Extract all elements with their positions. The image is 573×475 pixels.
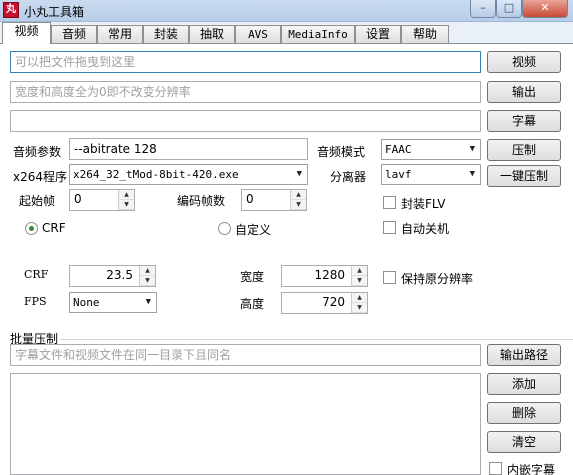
audio-mode-select[interactable]: FAAC ▼ (381, 139, 481, 160)
output-file-input[interactable]: 宽度和高度全为0即不改变分辨率 (10, 81, 481, 103)
chevron-down-icon: ▼ (145, 297, 151, 307)
chevron-down-icon: ▼ (469, 169, 475, 179)
minimize-button[interactable]: – (470, 0, 496, 18)
tab-common[interactable]: 常用 (97, 25, 143, 44)
subtitle-file-input[interactable] (10, 110, 481, 132)
crf-radio-label: CRF (42, 221, 66, 235)
tab-settings[interactable]: 设置 (355, 25, 401, 44)
start-frame-spinner[interactable]: 0 ▲ ▼ (69, 189, 135, 211)
crf-spinner[interactable]: 23.5 ▲ ▼ (69, 265, 156, 287)
x264-label: x264程序 (13, 170, 68, 184)
title-bar: 丸 小丸工具箱 – □ ✕ (0, 0, 573, 22)
height-spinner[interactable]: 720 ▲ ▼ (281, 292, 368, 314)
tab-mux[interactable]: 封装 (143, 25, 189, 44)
auto-shutdown-label: 自动关机 (401, 222, 450, 236)
video-button[interactable]: 视频 (487, 51, 561, 73)
tab-extract[interactable]: 抽取 (189, 25, 235, 44)
output-button[interactable]: 输出 (487, 81, 561, 103)
auto-shutdown-checkbox[interactable] (383, 221, 396, 234)
tab-help[interactable]: 帮助 (401, 25, 449, 44)
window-title: 小丸工具箱 (24, 5, 85, 19)
spinner-arrows-icon[interactable]: ▲ ▼ (290, 190, 306, 210)
spinner-arrows-icon[interactable]: ▲ ▼ (118, 190, 134, 210)
encode-frames-spinner[interactable]: 0 ▲ ▼ (241, 189, 307, 211)
audio-params-label: 音频参数 (13, 145, 62, 159)
app-icon: 丸 (3, 2, 19, 18)
height-label: 高度 (240, 297, 265, 311)
crf-radio[interactable] (25, 222, 38, 235)
encode-frames-label: 编码帧数 (177, 194, 226, 208)
custom-radio-label: 自定义 (235, 223, 272, 237)
clear-button[interactable]: 清空 (487, 431, 561, 453)
width-spinner[interactable]: 1280 ▲ ▼ (281, 265, 368, 287)
chevron-down-icon: ▼ (469, 144, 475, 154)
pack-flv-checkbox[interactable] (383, 196, 396, 209)
batch-section-divider (60, 339, 573, 340)
spinner-arrows-icon[interactable]: ▲ ▼ (351, 266, 367, 286)
pack-flv-label: 封装FLV (401, 197, 446, 211)
embed-subtitle-label: 内嵌字幕 (507, 463, 556, 475)
one-click-compress-button[interactable]: 一键压制 (487, 165, 561, 187)
chevron-down-icon: ▼ (296, 169, 302, 179)
tab-audio[interactable]: 音频 (51, 25, 97, 44)
width-label: 宽度 (240, 270, 265, 284)
batch-file-list[interactable] (10, 373, 481, 475)
video-file-input[interactable]: 可以把文件拖曳到这里 (10, 51, 481, 73)
maximize-button[interactable]: □ (496, 0, 522, 18)
output-path-button[interactable]: 输出路径 (487, 344, 561, 366)
spinner-arrows-icon[interactable]: ▲ ▼ (139, 266, 155, 286)
tab-mediainfo[interactable]: MediaInfo (281, 25, 355, 44)
add-button[interactable]: 添加 (487, 373, 561, 395)
keep-resolution-label: 保持原分辨率 (401, 272, 474, 286)
embed-subtitle-checkbox[interactable] (489, 462, 502, 475)
spinner-arrows-icon[interactable]: ▲ ▼ (351, 293, 367, 313)
tab-video[interactable]: 视频 (2, 22, 51, 44)
tab-avs[interactable]: AVS (235, 25, 281, 44)
fps-select[interactable]: None ▼ (69, 292, 157, 313)
crf-label: CRF (24, 268, 49, 281)
custom-radio[interactable] (218, 222, 231, 235)
splitter-select[interactable]: lavf ▼ (381, 164, 481, 185)
batch-info-input[interactable]: 字幕文件和视频文件在同一目录下且同名 (10, 344, 481, 366)
subtitle-button[interactable]: 字幕 (487, 110, 561, 132)
compress-button[interactable]: 压制 (487, 139, 561, 161)
audio-mode-label: 音频模式 (317, 145, 366, 159)
fps-label: FPS (24, 295, 47, 308)
start-frame-label: 起始帧 (19, 194, 56, 208)
close-button[interactable]: ✕ (522, 0, 568, 18)
keep-resolution-checkbox[interactable] (383, 271, 396, 284)
splitter-label: 分离器 (330, 170, 367, 184)
tab-bar: 视频 音频 常用 封装 抽取 AVS MediaInfo 设置 帮助 (0, 22, 573, 44)
x264-select[interactable]: x264_32_tMod-8bit-420.exe ▼ (69, 164, 308, 185)
audio-params-input[interactable]: --abitrate 128 (69, 138, 308, 160)
delete-button[interactable]: 删除 (487, 402, 561, 424)
